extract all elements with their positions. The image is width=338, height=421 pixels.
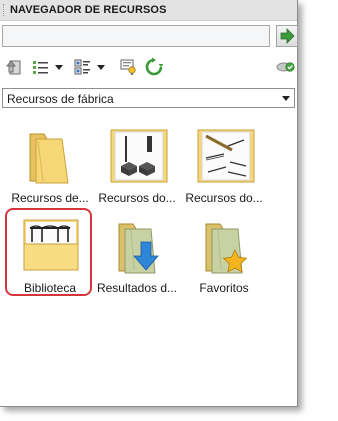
selection-highlight — [5, 208, 92, 296]
refresh-icon — [145, 57, 164, 76]
home-back-button[interactable] — [4, 57, 24, 77]
list-item[interactable]: Recursos do... — [93, 122, 181, 212]
list-view-button[interactable] — [30, 57, 52, 77]
details-view-icon — [74, 59, 90, 75]
home-back-icon — [5, 60, 21, 75]
panel-title: NAVEGADOR DE RECURSOS — [10, 4, 167, 16]
hint-button[interactable] — [118, 57, 138, 77]
connection-ok-icon — [276, 62, 295, 72]
panel-titlebar[interactable]: NAVEGADOR DE RECURSOS — [0, 0, 297, 21]
list-item[interactable]: Favoritos — [180, 212, 268, 302]
list-item[interactable]: Resultados d... — [93, 212, 181, 302]
category-select[interactable]: Recursos de fábrica — [2, 88, 295, 108]
item-label: Favoritos — [199, 281, 249, 295]
list-view-dropdown[interactable] — [54, 57, 64, 77]
item-label: Resultados d... — [96, 281, 178, 295]
chevron-down-icon — [55, 65, 63, 70]
chevron-down-icon — [282, 96, 290, 101]
folder-results-icon — [118, 223, 159, 274]
connection-status — [276, 58, 295, 74]
toolbar — [2, 57, 295, 79]
list-item[interactable]: Recursos do... — [180, 122, 268, 212]
folder-icon — [29, 133, 69, 184]
go-arrow-icon — [280, 28, 295, 44]
details-view-button[interactable] — [72, 57, 94, 77]
folder-columns-icon — [110, 129, 168, 183]
search-input[interactable] — [2, 25, 270, 47]
item-label: Recursos do... — [185, 191, 263, 205]
folder-favorites-icon — [205, 223, 248, 274]
category-select-value: Recursos de fábrica — [7, 92, 114, 106]
refresh-button[interactable] — [144, 57, 164, 77]
list-item[interactable]: Recursos de... — [6, 122, 94, 212]
resource-navigator-panel: NAVEGADOR DE RECURSOS Recursos de fábric… — [0, 0, 298, 407]
item-label: Recursos do... — [98, 191, 176, 205]
go-button[interactable] — [276, 25, 298, 47]
list-view-icon — [33, 61, 48, 74]
item-label: Recursos de... — [11, 191, 89, 205]
lamp-hint-icon — [120, 59, 136, 75]
chevron-down-icon — [97, 65, 105, 70]
details-view-dropdown[interactable] — [96, 57, 106, 77]
folder-beams-icon — [197, 129, 255, 183]
search-row — [2, 25, 298, 49]
drag-grip[interactable] — [3, 4, 6, 16]
